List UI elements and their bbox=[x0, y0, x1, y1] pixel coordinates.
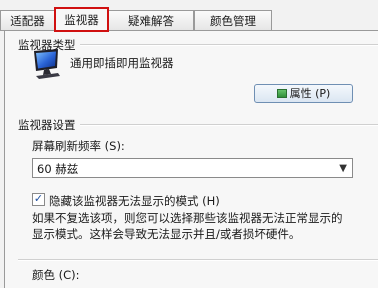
monitor-settings-title: 监视器设置 bbox=[18, 118, 76, 132]
monitor-settings-divider bbox=[80, 124, 378, 126]
colors-label: 颜色 (C): bbox=[32, 268, 80, 282]
tab-color-management[interactable]: 颜色管理 bbox=[194, 10, 272, 30]
tab-adapter[interactable]: 适配器 bbox=[0, 10, 55, 30]
hide-modes-checkbox[interactable]: ✓ bbox=[32, 193, 45, 206]
monitor-name: 通用即插即用监视器 bbox=[70, 56, 174, 70]
refresh-rate-label: 屏幕刷新频率 (S): bbox=[32, 139, 125, 153]
warning-text-line2: 显示模式。这样会导致无法显示并且/或者损坏硬件。 bbox=[32, 227, 301, 241]
shield-icon bbox=[276, 89, 287, 98]
properties-button-label: 属性 (P) bbox=[289, 87, 331, 100]
monitor-icon bbox=[34, 49, 60, 79]
refresh-rate-select[interactable]: 60 赫兹 ▼ bbox=[32, 158, 353, 178]
warning-text-line1: 如果不复选该项，则您可以选择那些该监视器无法正常显示的 bbox=[32, 211, 343, 225]
monitor-type-divider bbox=[80, 44, 378, 46]
properties-button[interactable]: 属性 (P) bbox=[254, 84, 353, 103]
hide-modes-label[interactable]: 隐藏该监视器无法显示的模式 (H) bbox=[49, 193, 220, 209]
tab-strip: 适配器 监视器 疑难解答 颜色管理 bbox=[0, 7, 378, 32]
chevron-down-icon[interactable]: ▼ bbox=[339, 163, 347, 174]
tab-troubleshoot[interactable]: 疑难解答 bbox=[108, 10, 194, 30]
colors-divider bbox=[18, 259, 378, 261]
tab-monitor[interactable]: 监视器 bbox=[54, 7, 109, 32]
refresh-rate-value: 60 赫兹 bbox=[37, 162, 79, 176]
